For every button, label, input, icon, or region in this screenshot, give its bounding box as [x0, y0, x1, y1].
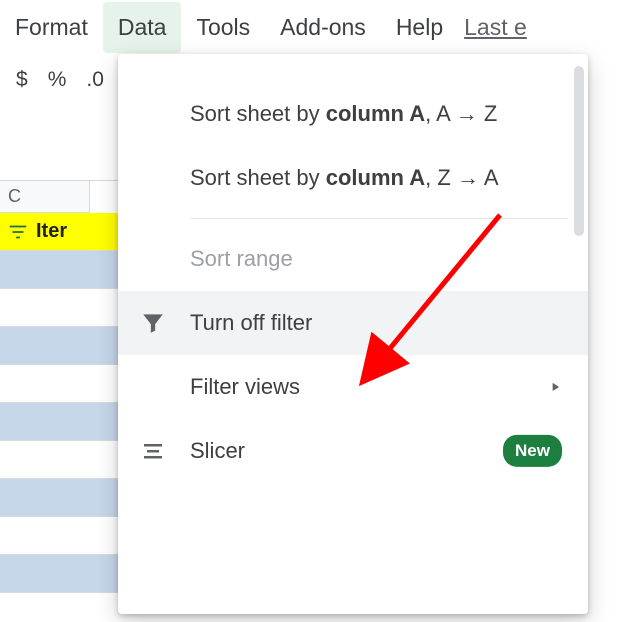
filter-icon[interactable]	[0, 221, 36, 243]
menubar: Format Data Tools Add-ons Help Last e	[0, 0, 620, 54]
menu-slicer-label: Slicer	[190, 434, 245, 468]
menu-format[interactable]: Format	[0, 2, 103, 53]
menu-sort-desc[interactable]: Sort sheet by column A, Z → A	[118, 146, 588, 210]
menu-turn-off-filter-label: Turn off filter	[190, 306, 312, 340]
menu-divider	[190, 218, 568, 219]
menu-sort-asc-label: Sort sheet by column A, A → Z	[190, 97, 497, 131]
last-edit-link[interactable]: Last e	[464, 2, 527, 53]
menu-sort-range-label: Sort range	[190, 242, 293, 276]
menu-turn-off-filter[interactable]: Turn off filter	[118, 291, 588, 355]
menu-filter-views-label: Filter views	[190, 370, 300, 404]
menu-addons[interactable]: Add-ons	[265, 2, 381, 53]
filter-funnel-icon	[138, 308, 168, 338]
menu-sort-desc-label: Sort sheet by column A, Z → A	[190, 161, 499, 195]
submenu-arrow-icon	[548, 370, 562, 404]
slicer-icon	[138, 436, 168, 466]
menu-tools[interactable]: Tools	[181, 2, 265, 53]
toolbar-currency[interactable]: $	[6, 68, 38, 92]
new-badge: New	[503, 435, 562, 467]
filtered-header-label: Iter	[36, 220, 67, 243]
menu-sort-asc[interactable]: Sort sheet by column A, A → Z	[118, 82, 588, 146]
toolbar-percent[interactable]: %	[38, 68, 77, 92]
column-header-c[interactable]: C	[0, 181, 90, 213]
menu-filter-views[interactable]: Filter views	[118, 355, 588, 419]
menu-sort-range: Sort range	[118, 227, 588, 291]
menu-help[interactable]: Help	[381, 2, 458, 53]
data-menu-dropdown: Sort sheet by column A, A → Z Sort sheet…	[118, 54, 588, 614]
menu-data[interactable]: Data	[103, 2, 182, 53]
toolbar-decimal[interactable]: .0	[76, 68, 114, 92]
menu-slicer[interactable]: Slicer New	[118, 419, 588, 483]
